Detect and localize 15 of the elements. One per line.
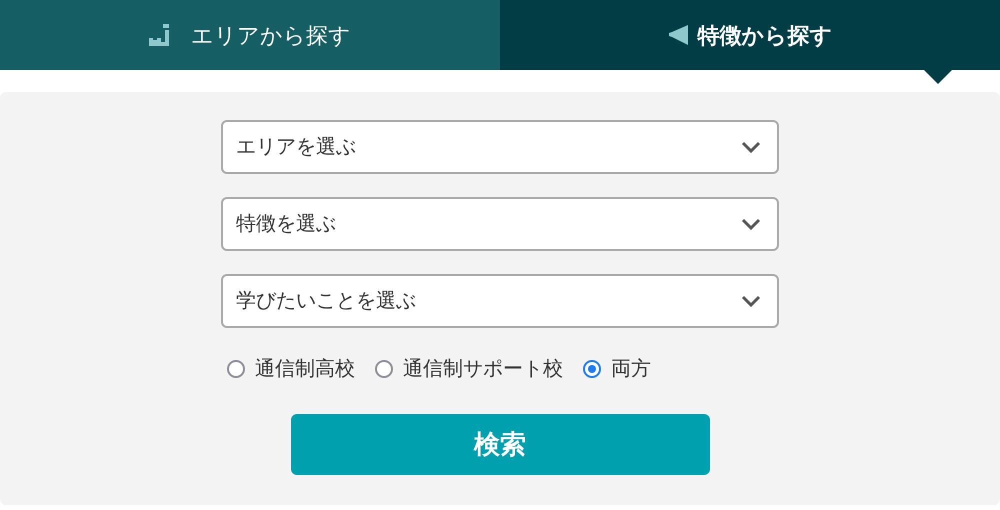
select-field[interactable]: 学びたいことを選ぶ — [221, 274, 779, 328]
radio-label[interactable]: 通信制サポート校 — [403, 354, 563, 384]
radio-label[interactable]: 通信制高校 — [255, 354, 355, 384]
chevron-down-icon — [741, 218, 761, 230]
megaphone-icon — [668, 25, 690, 45]
radio-button[interactable] — [583, 360, 601, 378]
radio-label[interactable]: 両方 — [611, 354, 651, 384]
chevron-down-icon — [741, 295, 761, 307]
chevron-down-icon — [741, 141, 761, 153]
tab[interactable]: エリアから探す — [0, 0, 500, 70]
radio-button[interactable] — [375, 360, 393, 378]
select-field[interactable]: エリアを選ぶ — [221, 120, 779, 174]
tab[interactable]: 特徴から探す — [500, 0, 1000, 70]
select-field[interactable]: 特徴を選ぶ — [221, 197, 779, 251]
radio-button[interactable] — [227, 360, 245, 378]
